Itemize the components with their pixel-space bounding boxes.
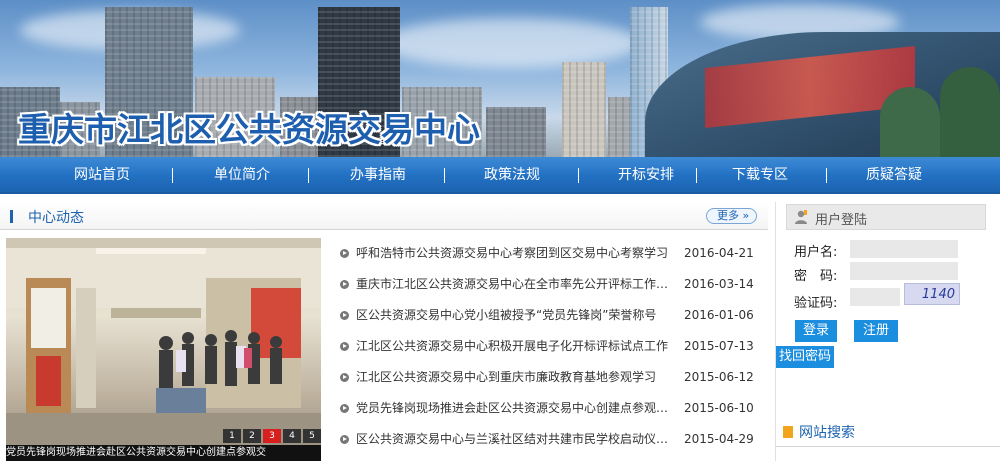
arrow-bullet-icon bbox=[340, 342, 349, 351]
slide-page-3[interactable]: 3 bbox=[263, 429, 281, 443]
site-title: 重庆市江北区公共资源交易中心 bbox=[18, 110, 480, 149]
nav-item-policy[interactable]: 政策法规 bbox=[452, 157, 572, 194]
login-button[interactable]: 登录 bbox=[795, 320, 837, 342]
search-section-header: 网站搜索 bbox=[775, 417, 1000, 447]
arrow-bullet-icon bbox=[340, 311, 349, 320]
slideshow-caption[interactable]: 党员先锋岗现场推进会赴区公共资源交易中心创建点参观交 bbox=[6, 445, 321, 461]
arrow-bullet-icon bbox=[340, 373, 349, 382]
login-title: 用户登陆 bbox=[815, 213, 868, 228]
nav-item-downloads[interactable]: 下载专区 bbox=[700, 157, 820, 194]
username-input[interactable] bbox=[850, 240, 958, 258]
news-item-title[interactable]: 江北区公共资源交易中心积极开展电子化开标评标试点工作 bbox=[356, 331, 674, 362]
news-section-header: 中心动态 更多 » bbox=[0, 202, 768, 230]
header-banner: 重庆市江北区公共资源交易中心 bbox=[0, 0, 1000, 157]
search-section-title: 网站搜索 bbox=[799, 425, 855, 441]
news-item-date: 2015-06-10 bbox=[684, 401, 754, 415]
main-nav: 网站首页 单位简介 办事指南 政策法规 开标安排 下载专区 质疑答疑 bbox=[0, 157, 1000, 194]
slide-page-5[interactable]: 5 bbox=[303, 429, 321, 443]
news-item-title[interactable]: 呼和浩特市公共资源交易中心考察团到区交易中心考察学习 bbox=[356, 238, 674, 269]
nav-item-guide[interactable]: 办事指南 bbox=[318, 157, 438, 194]
list-item[interactable]: 江北区公共资源交易中心积极开展电子化开标评标试点工作 2015-07-13 bbox=[338, 331, 758, 362]
tree bbox=[880, 87, 940, 157]
arrow-bullet-icon bbox=[340, 435, 349, 444]
nav-separator bbox=[826, 168, 827, 183]
password-input[interactable] bbox=[850, 262, 958, 280]
list-item[interactable]: 区公共资源交易中心与兰溪社区结对共建市民学校启动仪式... 2015-04-29 bbox=[338, 424, 758, 455]
arrow-bullet-icon bbox=[340, 249, 349, 258]
arrow-bullet-icon bbox=[340, 280, 349, 289]
list-item[interactable]: 江北区公共资源交易中心到重庆市廉政教育基地参观学习 2015-06-12 bbox=[338, 362, 758, 393]
list-item[interactable]: 区公共资源交易中心党小组被授予“党员先锋岗”荣誉称号 2016-01-06 bbox=[338, 300, 758, 331]
nav-separator bbox=[444, 168, 445, 183]
news-item-title[interactable]: 江北区公共资源交易中心到重庆市廉政教育基地参观学习 bbox=[356, 362, 674, 393]
list-item[interactable]: 重庆市江北区公共资源交易中心在全市率先公开评标工作现... 2016-03-14 bbox=[338, 269, 758, 300]
nav-item-schedule[interactable]: 开标安排 bbox=[586, 157, 706, 194]
building bbox=[486, 107, 546, 157]
nav-item-home[interactable]: 网站首页 bbox=[42, 157, 162, 194]
building bbox=[562, 62, 606, 157]
slideshow-pager: 1 2 3 4 5 bbox=[221, 429, 321, 443]
user-icon bbox=[795, 210, 807, 224]
username-label: 用户名: bbox=[794, 245, 838, 260]
tree bbox=[940, 67, 1000, 157]
captcha-image[interactable]: 1140 bbox=[904, 283, 960, 305]
captcha-label: 验证码: bbox=[794, 296, 838, 311]
search-section-icon bbox=[783, 426, 793, 438]
news-slideshow[interactable]: 1 2 3 4 5 党员先锋岗现场推进会赴区公共资源交易中心创建点参观交 bbox=[6, 238, 321, 461]
slideshow-photo bbox=[6, 238, 321, 461]
list-item[interactable]: 党员先锋岗现场推进会赴区公共资源交易中心创建点参观交... 2015-06-10 bbox=[338, 393, 758, 424]
news-item-date: 2016-04-21 bbox=[684, 246, 754, 260]
news-section-title: 中心动态 bbox=[28, 210, 84, 226]
captcha-input[interactable] bbox=[850, 288, 900, 306]
register-button[interactable]: 注册 bbox=[854, 320, 898, 342]
news-item-date: 2015-04-29 bbox=[684, 432, 754, 446]
login-header: 用户登陆 bbox=[786, 204, 986, 230]
more-news-button[interactable]: 更多 » bbox=[706, 208, 757, 224]
nav-item-about[interactable]: 单位简介 bbox=[182, 157, 302, 194]
news-item-title[interactable]: 区公共资源交易中心党小组被授予“党员先锋岗”荣誉称号 bbox=[356, 300, 674, 331]
arrow-bullet-icon bbox=[340, 404, 349, 413]
news-item-title[interactable]: 党员先锋岗现场推进会赴区公共资源交易中心创建点参观交... bbox=[356, 393, 674, 424]
news-item-title[interactable]: 重庆市江北区公共资源交易中心在全市率先公开评标工作现... bbox=[356, 269, 674, 300]
cloud-decoration bbox=[380, 18, 640, 68]
news-section: 中心动态 更多 » 1 2 3 4 5 党员先锋岗现场推进会赴区公共资源交易中心… bbox=[0, 202, 768, 461]
nav-separator bbox=[696, 168, 697, 183]
nav-separator bbox=[578, 168, 579, 183]
news-item-title[interactable]: 区公共资源交易中心与兰溪社区结对共建市民学校启动仪式... bbox=[356, 424, 674, 455]
nav-separator bbox=[172, 168, 173, 183]
nav-separator bbox=[308, 168, 309, 183]
news-item-date: 2015-07-13 bbox=[684, 339, 754, 353]
slide-page-1[interactable]: 1 bbox=[223, 429, 241, 443]
section-marker-icon bbox=[10, 210, 13, 223]
news-item-date: 2015-06-12 bbox=[684, 370, 754, 384]
news-item-date: 2016-03-14 bbox=[684, 277, 754, 291]
password-label: 密 码: bbox=[794, 269, 838, 284]
double-chevron-right-icon: » bbox=[742, 209, 750, 222]
forgot-password-button[interactable]: 找回密码 bbox=[776, 346, 834, 368]
slide-page-4[interactable]: 4 bbox=[283, 429, 301, 443]
slide-page-2[interactable]: 2 bbox=[243, 429, 261, 443]
more-label: 更多 bbox=[717, 209, 739, 222]
news-item-date: 2016-01-06 bbox=[684, 308, 754, 322]
list-item[interactable]: 呼和浩特市公共资源交易中心考察团到区交易中心考察学习 2016-04-21 bbox=[338, 238, 758, 269]
nav-item-qa[interactable]: 质疑答疑 bbox=[834, 157, 954, 194]
